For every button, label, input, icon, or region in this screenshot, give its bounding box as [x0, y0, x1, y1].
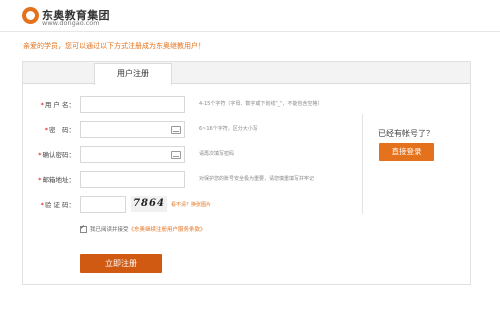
register-panel: 用户注册 *用 户 名： 4-15个字符（字母、数字或下划线"_"，不能包含空格…	[22, 61, 471, 285]
captcha-label-text: 验 证 码：	[44, 201, 75, 209]
logo-url: www.dongao.com	[42, 19, 100, 27]
email-label-text: 邮箱地址：	[42, 176, 76, 184]
panel-tab-bar	[23, 62, 470, 84]
password-label: *密 码：	[23, 124, 75, 134]
email-hint: 对保护您的账号安全极为重要，请您慎重填写并牢记	[199, 176, 315, 182]
confirm-password-input[interactable]	[80, 146, 185, 163]
captcha-row: *验 证 码： 7864 看不清？换张图片	[23, 196, 363, 213]
logo-mark-icon	[22, 7, 39, 24]
confirm-password-label: *确认密码：	[23, 149, 75, 159]
logo[interactable]: 东奥教育集团 www.dongao.com	[22, 6, 172, 28]
terms-link[interactable]: 《东奥继续注册用户服务条款》	[129, 227, 206, 233]
captcha-refresh-link[interactable]: 看不清？换张图片	[171, 201, 211, 208]
agreement-text: 我已阅读并接受	[90, 227, 129, 233]
keyboard-icon[interactable]	[171, 126, 181, 134]
required-mark: *	[38, 176, 42, 184]
agreement: 我已阅读并接受《东奥继续注册用户服务条款》	[80, 224, 206, 233]
password-row: *密 码： 6~16个字符，区分大小写	[23, 121, 363, 138]
email-input[interactable]	[80, 171, 185, 188]
username-row: *用 户 名： 4-15个字符（字母、数字或下划线"_"，不能包含空格）	[23, 96, 363, 113]
required-mark: *	[40, 101, 44, 109]
required-mark: *	[40, 201, 44, 209]
site-header: 东奥教育集团 www.dongao.com	[0, 0, 500, 32]
login-button[interactable]: 直接登录	[379, 143, 434, 161]
username-label: *用 户 名：	[23, 99, 75, 109]
required-mark: *	[44, 126, 48, 134]
email-label: *邮箱地址：	[23, 174, 75, 184]
captcha-image[interactable]: 7864	[131, 196, 167, 212]
keyboard-icon[interactable]	[171, 151, 181, 159]
confirm-password-row: *确认密码： 请再次填写密码	[23, 146, 363, 163]
captcha-label: *验 证 码：	[23, 199, 75, 209]
tab-user-register[interactable]: 用户注册	[94, 63, 172, 85]
has-account-text: 已经有帐号了？	[378, 129, 434, 138]
confirm-password-hint: 请再次填写密码	[199, 151, 235, 157]
password-hint: 6~16个字符，区分大小写	[199, 126, 258, 132]
captcha-input[interactable]	[80, 196, 126, 213]
password-input[interactable]	[80, 121, 185, 138]
welcome-text: 亲爱的学员，您可以通过以下方式注册成为东奥继教用户！	[23, 42, 205, 50]
email-row: *邮箱地址： 对保护您的账号安全极为重要，请您慎重填写并牢记	[23, 171, 363, 188]
username-hint: 4-15个字符（字母、数字或下划线"_"，不能包含空格）	[199, 101, 323, 107]
vertical-divider	[362, 114, 363, 214]
username-label-text: 用 户 名：	[44, 101, 75, 109]
agreement-checkbox[interactable]	[80, 224, 87, 233]
username-input[interactable]	[80, 96, 185, 113]
password-label-text: 密 码：	[49, 126, 75, 134]
register-button[interactable]: 立即注册	[80, 254, 162, 273]
confirm-password-label-text: 确认密码：	[42, 151, 76, 159]
required-mark: *	[38, 151, 42, 159]
